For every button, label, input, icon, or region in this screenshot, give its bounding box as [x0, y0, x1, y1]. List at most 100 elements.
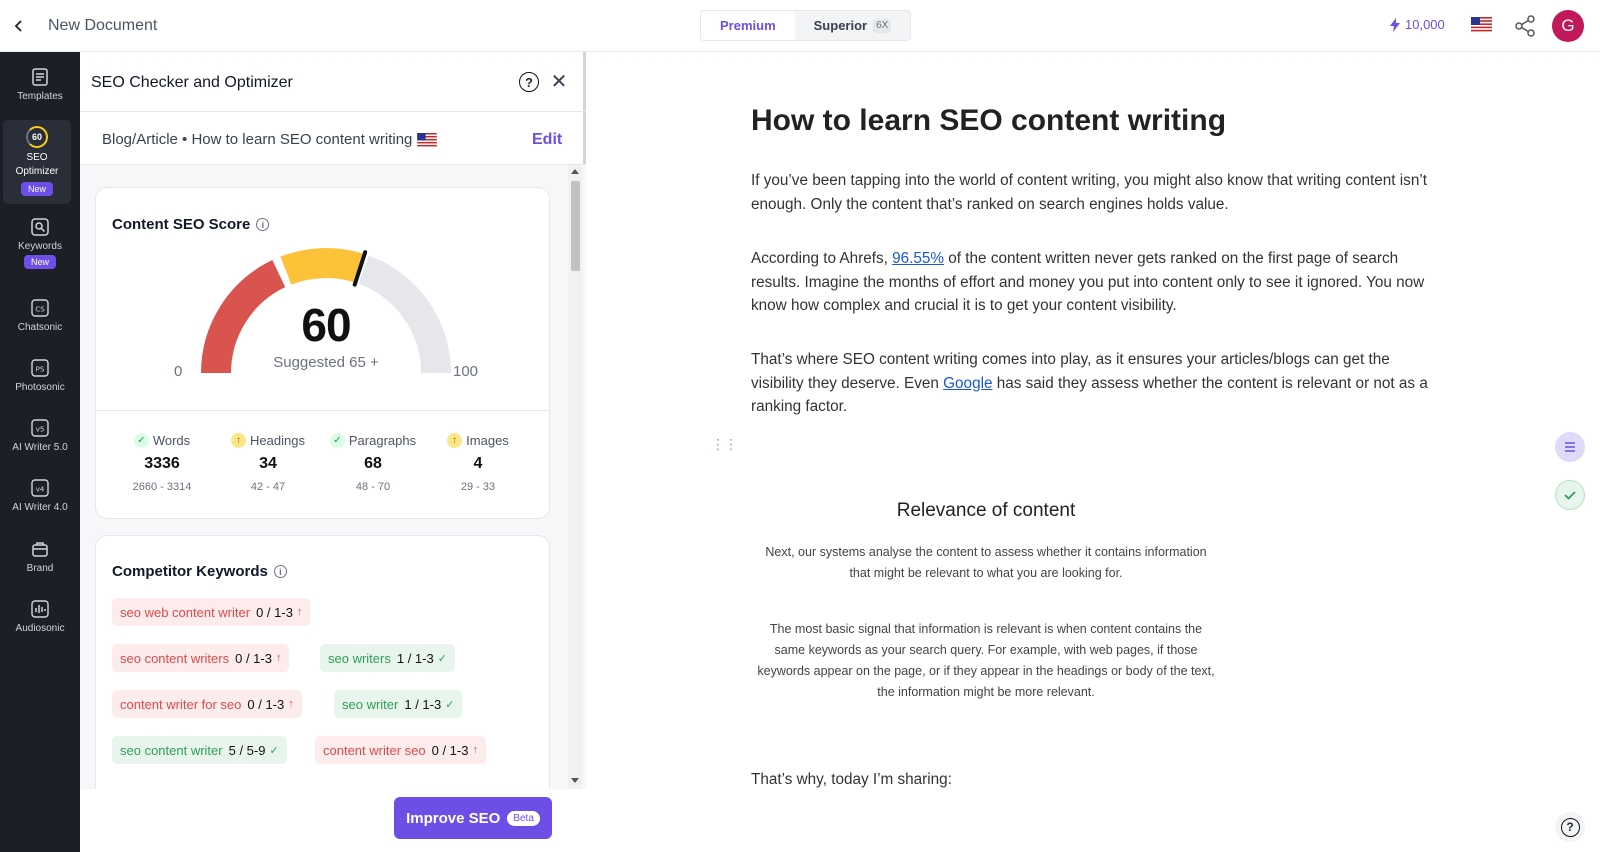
keyword-chip[interactable]: seo content writers 0 / 1-3 ↑ [112, 644, 290, 672]
keyword-count: 5 / 5-9 [228, 742, 266, 758]
breadcrumb: Blog/Article • How to learn SEO content … [102, 131, 438, 148]
sidebar-item-audiosonic[interactable]: Audiosonic [0, 598, 80, 634]
scroll-up-arrow-icon[interactable] [571, 169, 579, 174]
keyword-text: seo content writers [120, 650, 230, 666]
panel-footer: Improve SEO Beta [80, 789, 586, 852]
sidebar-item-brand[interactable]: Brand [0, 538, 80, 574]
keyword-text: seo writer [342, 696, 399, 712]
new-badge: New [23, 255, 56, 269]
info-icon[interactable]: i [256, 218, 270, 231]
plan-superior-label: Superior [813, 18, 868, 33]
panel-scroll-area[interactable]: Content SEO Score i 60 Suggested 65 + 0 … [80, 165, 586, 789]
help-icon[interactable]: ? [519, 72, 539, 92]
outline-list-icon[interactable] [1555, 432, 1585, 462]
sidebar-item-keywords[interactable]: Keywords New [0, 216, 80, 269]
info-icon[interactable]: i [273, 565, 287, 578]
plan-superior-button[interactable]: Superior 6X [795, 11, 911, 40]
metric-range: 2660 - 3314 [132, 481, 192, 493]
edit-button[interactable]: Edit [532, 131, 562, 149]
seo-score-ring: 60 [26, 126, 48, 148]
templates-icon [29, 66, 51, 88]
user-avatar[interactable]: G [1552, 10, 1584, 42]
image-title: Relevance of content [896, 500, 1076, 521]
document-editor[interactable]: How to learn SEO content writing If you’… [589, 52, 1600, 852]
scroll-down-arrow-icon[interactable] [571, 778, 579, 783]
keyword-chip[interactable]: content writer seo 0 / 1-3 ↑ [315, 736, 486, 764]
sidebar-item-label: Chatsonic [17, 322, 63, 333]
panel-scrollbar[interactable] [568, 165, 582, 789]
sidebar-item-label: Brand [26, 563, 54, 574]
check-icon: ✓ [437, 652, 447, 665]
sidebar-item-seo-optimizer[interactable]: 60 SEO Optimizer New [3, 120, 71, 204]
drag-handle-icon[interactable]: ⋮⋮ [711, 436, 738, 453]
document-title[interactable]: New Document [48, 17, 157, 35]
keyword-count: 0 / 1-3 [256, 604, 293, 620]
improve-seo-button[interactable]: Improve SEO Beta [394, 797, 552, 839]
image-paragraph: Next, our systems analyse the content to… [765, 545, 1207, 580]
score-card-title: Content SEO Score i [112, 216, 270, 233]
metric-words[interactable]: ✓ Words 3336 2660 - 3314 [108, 433, 216, 493]
metric-range: 29 - 33 [460, 481, 496, 493]
credits-counter[interactable]: 10,000 [1390, 17, 1445, 32]
help-button[interactable]: ? [1555, 812, 1585, 842]
paragraph[interactable]: That’s where SEO content writing comes i… [751, 348, 1441, 419]
sidebar-item-label: Photosonic [15, 382, 65, 393]
google-link[interactable]: Google [943, 375, 992, 392]
metric-range: 42 - 47 [250, 481, 286, 493]
embedded-image[interactable]: Relevance of content Next, our systems a… [751, 492, 1221, 772]
back-button[interactable] [6, 13, 32, 39]
arrow-up-icon: ↑ [472, 744, 478, 756]
keyword-text: seo content writer [120, 742, 223, 758]
share-icon[interactable] [1513, 14, 1537, 38]
keyword-chip[interactable]: seo content writer 5 / 5-9 ✓ [112, 736, 287, 764]
sidebar-item-ai-writer-4[interactable]: v4 AI Writer 4.0 [0, 477, 80, 513]
seo-score-icon: 60 [26, 126, 48, 148]
arrow-up-icon: ↑ [296, 606, 303, 618]
document-heading[interactable]: How to learn SEO content writing [751, 104, 1226, 138]
seo-panel: SEO Checker and Optimizer ? ✕ Blog/Artic… [80, 52, 586, 852]
paragraph[interactable]: That’s why, today I’m sharing: [751, 768, 1441, 792]
paragraph[interactable]: According to Ahrefs, 96.55% of the conte… [751, 247, 1441, 318]
ai-writer-5-icon: v5 [29, 417, 51, 439]
keyword-text: seo web content writer [120, 604, 251, 620]
check-icon[interactable] [1555, 480, 1585, 510]
metric-label: Words [152, 433, 191, 448]
chevron-left-icon [14, 20, 22, 32]
arrow-up-icon: ↑ [288, 698, 294, 710]
arrow-up-icon: ↑ [275, 652, 282, 664]
keyword-chip[interactable]: seo writer 1 / 1-3 ✓ [334, 690, 463, 718]
new-badge: New [20, 182, 53, 196]
us-flag-icon[interactable] [1471, 17, 1492, 32]
check-icon: ✓ [329, 433, 345, 448]
sidebar-item-photosonic[interactable]: PS Photosonic [0, 357, 80, 393]
sidebar-item-templates[interactable]: Templates [0, 66, 80, 102]
close-icon[interactable]: ✕ [548, 70, 570, 93]
keyword-count: 0 / 1-3 [431, 742, 469, 758]
svg-text:CS: CS [35, 306, 45, 314]
metric-headings[interactable]: ↑ Headings 34 42 - 47 [214, 433, 322, 493]
plan-premium-button[interactable]: Premium [701, 11, 795, 40]
metric-paragraphs[interactable]: ✓ Paragraphs 68 48 - 70 [319, 433, 427, 493]
paragraph[interactable]: If you’ve been tapping into the world of… [751, 169, 1441, 216]
metric-range: 48 - 70 [355, 481, 391, 493]
scrollbar-thumb[interactable] [571, 181, 580, 271]
sidebar-item-chatsonic[interactable]: CS Chatsonic [0, 297, 80, 333]
keyword-chip[interactable]: seo web content writer 0 / 1-3 ↑ [112, 598, 311, 626]
ahrefs-link[interactable]: 96.55% [892, 250, 944, 267]
keyword-text: content writer seo [323, 742, 426, 758]
svg-text:v4: v4 [36, 486, 45, 494]
keyword-text: seo writers [328, 650, 391, 666]
competitor-card-title-text: Competitor Keywords [112, 563, 268, 580]
sidebar-item-ai-writer-5[interactable]: v5 AI Writer 5.0 [0, 417, 80, 453]
metric-images[interactable]: ↑ Images 4 29 - 33 [424, 433, 532, 493]
svg-text:v5: v5 [36, 426, 45, 434]
gauge-max-label: 100 [453, 363, 479, 380]
plan-premium-label: Premium [720, 18, 776, 33]
keyword-chip[interactable]: seo writers 1 / 1-3 ✓ [320, 644, 455, 672]
metric-value: 68 [364, 455, 382, 472]
keyword-chip[interactable]: content writer for seo 0 / 1-3 ↑ [112, 690, 302, 718]
metrics-row: ✓ Words 3336 2660 - 3314 ↑ Headings 34 42 … [96, 410, 551, 520]
sidebar-item-label: Audiosonic [15, 623, 65, 634]
gauge-mid-segment [280, 248, 365, 285]
chatsonic-icon: CS [29, 297, 51, 319]
